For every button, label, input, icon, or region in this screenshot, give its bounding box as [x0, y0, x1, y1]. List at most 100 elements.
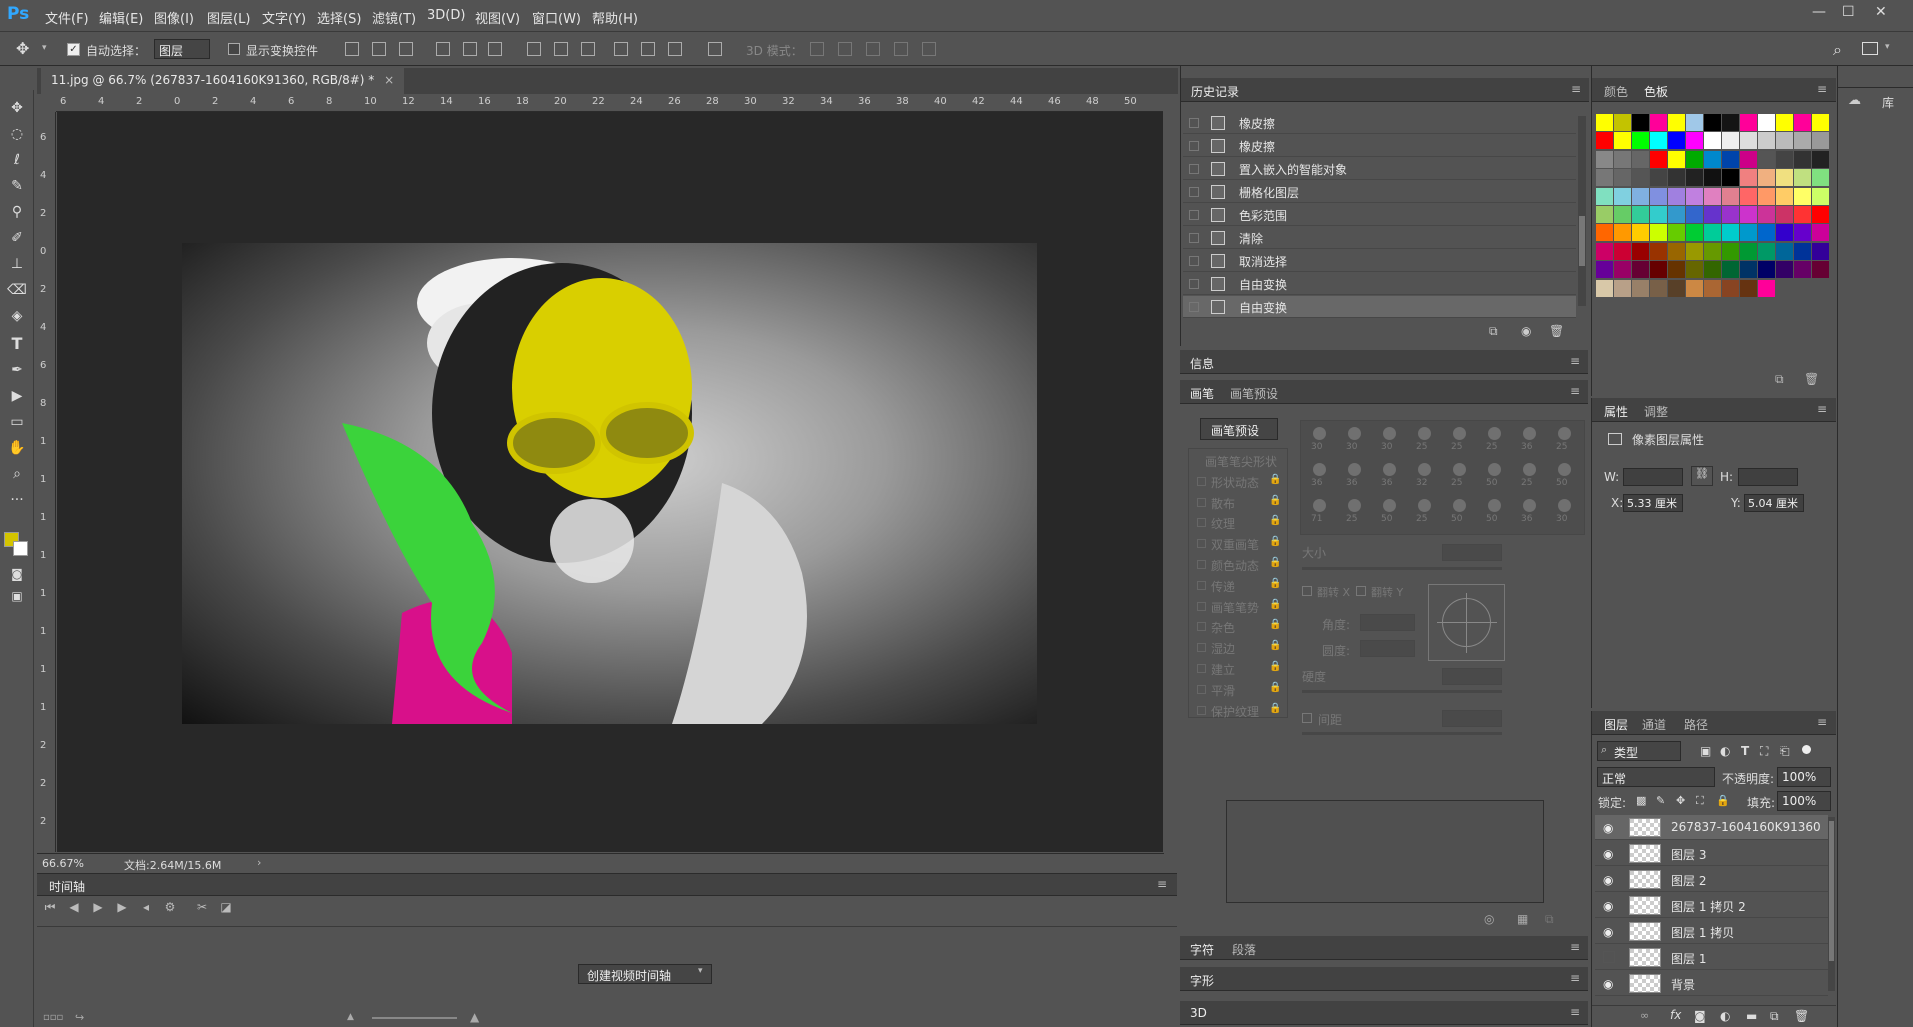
- more-tools-icon[interactable]: ···: [7, 490, 27, 510]
- menu-layer[interactable]: 图层(L): [207, 8, 250, 27]
- close-icon[interactable]: ✕: [1875, 4, 1887, 20]
- snapshot-source-checkbox[interactable]: [1189, 279, 1199, 289]
- brush-tip-preset[interactable]: 30: [1340, 425, 1370, 457]
- brush-setting-checkbox[interactable]: [1197, 476, 1206, 486]
- adjustment-layer-icon[interactable]: ◐: [1720, 1009, 1730, 1023]
- zoom-tool-icon[interactable]: ⌕: [7, 464, 27, 484]
- history-item[interactable]: 色彩范围: [1183, 204, 1576, 226]
- color-swatch[interactable]: [1632, 261, 1649, 279]
- chevron-down-icon[interactable]: ▾: [698, 966, 703, 976]
- snapshot-source-checkbox[interactable]: [1189, 164, 1199, 174]
- color-swatch[interactable]: [1614, 187, 1631, 205]
- color-swatch[interactable]: [1776, 261, 1793, 279]
- color-swatch[interactable]: [1650, 132, 1667, 150]
- search-icon[interactable]: ⌕: [1833, 40, 1842, 60]
- snapshot-source-checkbox[interactable]: [1189, 118, 1199, 128]
- color-swatch[interactable]: [1596, 169, 1613, 187]
- zoom-slider[interactable]: [372, 1017, 457, 1019]
- distribute-top-icon[interactable]: [527, 42, 541, 56]
- color-swatch[interactable]: [1668, 242, 1685, 260]
- distribute-right-icon[interactable]: [668, 42, 682, 56]
- filter-smart-object-icon[interactable]: ⎗: [1780, 744, 1790, 759]
- distribute-hcenter-icon[interactable]: [641, 42, 655, 56]
- color-swatch[interactable]: [1794, 187, 1811, 205]
- color-swatch[interactable]: [1686, 150, 1703, 168]
- lock-icon[interactable]: 🔒: [1269, 619, 1281, 630]
- brush-tip-preset[interactable]: 50: [1550, 461, 1580, 493]
- spacing-slider[interactable]: [1302, 732, 1502, 735]
- layer-row[interactable]: 图层 1: [1595, 945, 1828, 970]
- color-swatch[interactable]: [1686, 224, 1703, 242]
- brush-setting-checkbox[interactable]: [1197, 622, 1206, 632]
- color-swatch[interactable]: [1776, 224, 1793, 242]
- size-field[interactable]: [1442, 544, 1502, 561]
- group-folder-icon[interactable]: ▬: [1746, 1009, 1757, 1023]
- brush-setting-checkbox[interactable]: [1197, 539, 1206, 549]
- color-swatch[interactable]: [1614, 132, 1631, 150]
- brush-tip-preset[interactable]: 25: [1410, 425, 1440, 457]
- align-top-icon[interactable]: [345, 42, 359, 56]
- layer-row[interactable]: ◉ 图层 3: [1595, 841, 1828, 866]
- brush-setting-item[interactable]: 杂色 🔒: [1197, 617, 1297, 637]
- lock-icon[interactable]: 🔒: [1269, 474, 1281, 485]
- layer-row[interactable]: ◉ 267837-1604160K91360: [1595, 815, 1828, 840]
- lock-icon[interactable]: 🔒: [1269, 536, 1281, 547]
- layer-row[interactable]: ◉ 图层 1 拷贝: [1595, 919, 1828, 944]
- color-swatch[interactable]: [1614, 114, 1631, 131]
- color-swatch[interactable]: [1614, 150, 1631, 168]
- tab-adjustments[interactable]: 调整: [1644, 403, 1668, 420]
- lock-icon[interactable]: 🔒: [1269, 515, 1281, 526]
- fx-icon[interactable]: fx: [1670, 1008, 1681, 1022]
- panel-menu-icon[interactable]: ≡: [1817, 715, 1827, 729]
- color-swatch[interactable]: [1722, 206, 1739, 223]
- color-swatch[interactable]: [1632, 206, 1649, 223]
- brush-setting-checkbox[interactable]: [1197, 497, 1206, 507]
- tab-color[interactable]: 颜色: [1604, 83, 1628, 100]
- pen-tool-icon[interactable]: ✒: [7, 360, 27, 380]
- color-swatch[interactable]: [1794, 114, 1811, 131]
- zoom-level[interactable]: 66.67%: [42, 857, 84, 870]
- 3d-pan-icon[interactable]: [866, 42, 880, 56]
- color-swatch[interactable]: [1632, 279, 1649, 297]
- layer-row[interactable]: ◉ 图层 1 拷贝 2: [1595, 893, 1828, 918]
- brush-tip-preset[interactable]: 25: [1445, 461, 1475, 493]
- brush-tip-preset[interactable]: 36: [1515, 425, 1545, 457]
- panel-menu-icon[interactable]: ≡: [1157, 877, 1167, 891]
- color-swatch[interactable]: [1704, 206, 1721, 223]
- marquee-tool-icon[interactable]: ◌: [7, 124, 27, 144]
- cc-libraries-icon[interactable]: ☁: [1848, 93, 1861, 108]
- brush-tip-preset[interactable]: 32: [1410, 461, 1440, 493]
- color-swatch[interactable]: [1812, 150, 1829, 168]
- x-field[interactable]: [1623, 494, 1683, 512]
- spacing-field[interactable]: [1442, 710, 1502, 727]
- lock-artboard-icon[interactable]: ⛶: [1696, 794, 1704, 808]
- brush-tip-preset[interactable]: 50: [1445, 497, 1475, 529]
- color-swatch[interactable]: [1614, 242, 1631, 260]
- color-swatch[interactable]: [1596, 150, 1613, 168]
- align-right-icon[interactable]: [488, 42, 502, 56]
- chevron-down-icon[interactable]: ▾: [42, 43, 47, 53]
- filter-adjustment-icon[interactable]: ◐: [1720, 744, 1730, 758]
- color-swatch[interactable]: [1650, 224, 1667, 242]
- layer-row[interactable]: ◉ 图层 2: [1595, 867, 1828, 892]
- brush-setting-checkbox[interactable]: [1197, 518, 1206, 528]
- panel-menu-icon[interactable]: ≡: [1570, 971, 1580, 985]
- color-swatch[interactable]: [1650, 279, 1667, 297]
- color-swatch[interactable]: [1614, 224, 1631, 242]
- color-swatch[interactable]: [1758, 261, 1775, 279]
- history-item[interactable]: 橡皮擦: [1183, 135, 1576, 157]
- tab-swatches[interactable]: 色板: [1644, 83, 1668, 100]
- lock-icon[interactable]: 🔒: [1269, 661, 1281, 672]
- color-swatch[interactable]: [1758, 187, 1775, 205]
- color-swatch[interactable]: [1632, 187, 1649, 205]
- quick-select-tool-icon[interactable]: ✎: [7, 176, 27, 196]
- color-swatch[interactable]: [1776, 169, 1793, 187]
- color-swatch[interactable]: [1722, 187, 1739, 205]
- color-swatch[interactable]: [1812, 187, 1829, 205]
- color-swatch[interactable]: [1758, 132, 1775, 150]
- menu-image[interactable]: 图像(I): [154, 8, 194, 27]
- tab-brush-presets[interactable]: 画笔预设: [1230, 385, 1278, 402]
- settings-gear-icon[interactable]: ⚙: [161, 900, 179, 918]
- path-select-tool-icon[interactable]: ▶: [7, 386, 27, 406]
- color-swatch[interactable]: [1650, 242, 1667, 260]
